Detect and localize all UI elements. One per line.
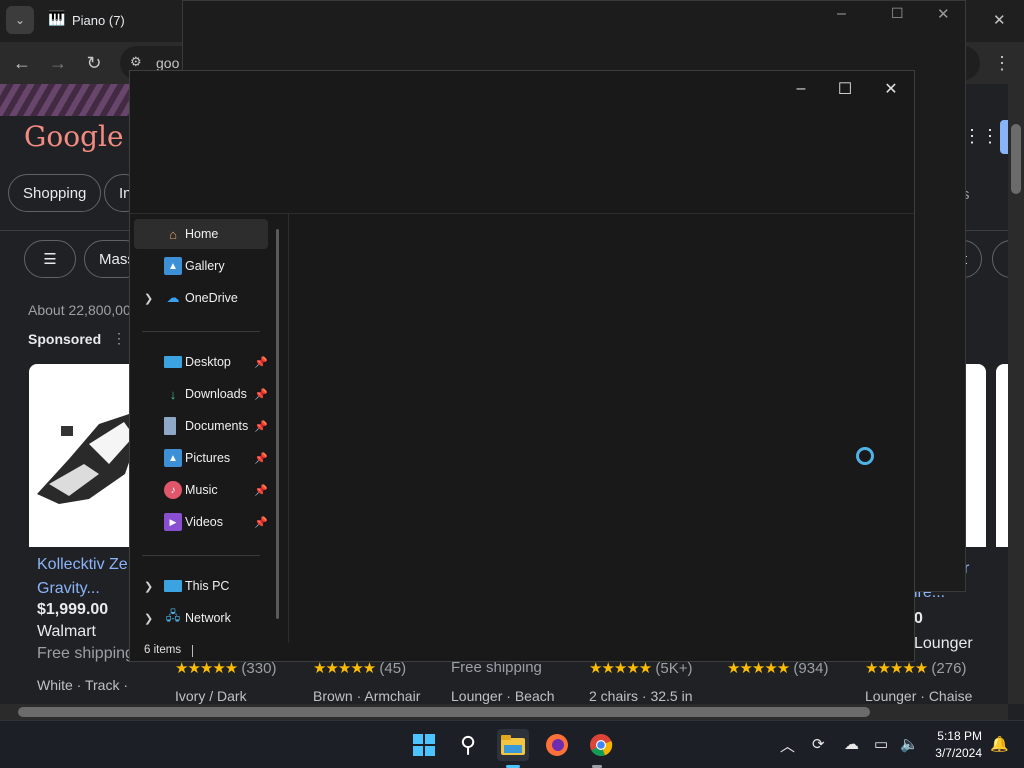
nav-home[interactable]: ⌂ Home (134, 219, 268, 249)
right-price-partial: 0 (914, 610, 923, 627)
firefox-icon[interactable] (541, 729, 573, 761)
nav-network[interactable]: ❯ 🖧 Network (134, 603, 268, 633)
expand-chevron-icon[interactable]: ❯ (144, 292, 153, 305)
chrome-close-icon[interactable]: ✕ (993, 11, 1006, 29)
explorer-maximize-icon[interactable]: ☐ (822, 75, 868, 103)
file-explorer-taskbar-icon[interactable] (497, 729, 529, 761)
music-icon: ♪ (164, 481, 182, 499)
nav-music[interactable]: ♪ Music 📌 (134, 475, 268, 505)
chrome-icon[interactable] (585, 729, 617, 761)
vertical-scrollbar[interactable] (1008, 84, 1024, 704)
onedrive-icon: ☁ (166, 290, 180, 305)
site-info-icon[interactable]: ⚙ (130, 54, 142, 70)
filter-settings-icon[interactable]: ☰ (24, 240, 76, 278)
product-sub: White · Track · (37, 677, 129, 693)
sync-icon[interactable]: ⟳ (812, 735, 825, 753)
reload-icon[interactable]: ↻ (80, 49, 108, 77)
file-explorer-window: – ☐ ✕ ⌂ Home ▲ Gallery ❯ ☁ OneDrive Desktop… (129, 70, 915, 662)
pin-icon[interactable]: 📌 (254, 516, 268, 529)
vertical-scroll-thumb[interactable] (1011, 124, 1021, 194)
explorer-minimize-icon[interactable]: – (778, 75, 824, 103)
nav-separator (142, 331, 260, 332)
nav-pictures[interactable]: ▲ Pictures 📌 (134, 443, 268, 473)
content-area[interactable] (289, 214, 914, 643)
desktop-icon (164, 356, 182, 368)
explorer-close-icon[interactable]: ✕ (868, 75, 914, 103)
sub-6: Lounger · Chaise (865, 688, 973, 704)
nav-documents[interactable]: Documents 📌 (134, 411, 268, 441)
start-windows-icon[interactable] (408, 729, 440, 761)
search-icon[interactable]: ⚲ (452, 729, 484, 761)
sub-2: Brown · Armchair (313, 688, 421, 704)
tab-title[interactable]: Piano (7) (72, 13, 125, 28)
gallery-icon: ▲ (164, 257, 182, 275)
status-item-count: 6 items (144, 644, 182, 656)
pictures-icon: ▲ (164, 449, 182, 467)
sub-1: Ivory / Dark (175, 688, 247, 704)
results-count: About 22,800,00 (28, 302, 131, 318)
nav-gallery[interactable]: ▲ Gallery (134, 251, 268, 281)
chrome-menu-icon[interactable]: ⋮ (988, 49, 1016, 77)
onedrive-tray-icon[interactable]: ☁ (844, 735, 859, 753)
close-icon[interactable]: ✕ (937, 5, 950, 23)
network-icon: 🖧 (165, 608, 181, 623)
horizontal-scroll-thumb[interactable] (18, 707, 870, 717)
sponsored-more-icon[interactable]: ⋮ (112, 330, 126, 347)
nav-separator (142, 555, 260, 556)
sign-in-button[interactable] (1000, 120, 1008, 154)
home-icon: ⌂ (169, 226, 177, 242)
right-store-partial: Lounger (914, 635, 973, 652)
documents-icon (164, 417, 176, 435)
google-logo[interactable]: Google (24, 120, 124, 153)
nav-onedrive[interactable]: ❯ ☁ OneDrive (134, 283, 268, 313)
taskbar: ⚲ ︿ ⟳ ☁ ▭ 🔈 5:18 PM 3/7/2024 🔔 (0, 720, 1024, 768)
status-divider (192, 645, 193, 657)
pin-icon[interactable]: 📌 (254, 452, 268, 465)
nav-videos[interactable]: ▶ Videos 📌 (134, 507, 268, 537)
pin-icon[interactable]: 📌 (254, 420, 268, 433)
doodle-banner (0, 84, 140, 116)
this-pc-icon (164, 580, 182, 592)
piano-tab-icon: 🎹 (48, 10, 66, 26)
sponsored-label: Sponsored (28, 331, 102, 347)
tab-search-chevron-icon[interactable]: ⌄ (6, 6, 34, 34)
pin-icon[interactable]: 📌 (254, 484, 268, 497)
chip-shopping[interactable]: Shopping (8, 174, 102, 212)
pin-icon[interactable]: 📌 (254, 388, 268, 401)
videos-icon: ▶ (164, 513, 182, 531)
sub-3: Lounger · Beach (451, 688, 555, 704)
back-icon[interactable]: ← (8, 49, 36, 77)
clock-date[interactable]: 3/7/2024 (928, 746, 982, 760)
volume-muted-icon[interactable]: 🔈 (900, 735, 919, 753)
nav-scrollbar[interactable] (276, 229, 279, 619)
downloads-icon: ↓ (169, 386, 177, 402)
forward-icon[interactable]: → (44, 49, 72, 77)
horizontal-scrollbar[interactable] (0, 704, 1008, 720)
pin-icon[interactable]: 📌 (254, 356, 268, 369)
apps-grid-icon[interactable]: ⋮⋮ (963, 126, 999, 147)
maximize-icon[interactable]: ☐ (891, 5, 904, 22)
nav-downloads[interactable]: ↓ Downloads 📌 (134, 379, 268, 409)
sub-4: 2 chairs · 32.5 in (589, 688, 693, 704)
product-image-far-right[interactable] (996, 364, 1008, 547)
expand-chevron-icon[interactable]: ❯ (144, 580, 153, 593)
notification-bell-icon[interactable]: 🔔 (990, 735, 1009, 753)
loading-spinner-icon (856, 447, 874, 465)
expand-chevron-icon[interactable]: ❯ (144, 612, 153, 625)
navigation-pane: ⌂ Home ▲ Gallery ❯ ☁ OneDrive Desktop 📌 ↓ Dow… (130, 213, 290, 643)
minimize-icon[interactable]: – (837, 5, 846, 23)
clock-time[interactable]: 5:18 PM (928, 729, 982, 743)
nav-this-pc[interactable]: ❯ This PC (134, 571, 268, 601)
show-hidden-icons-chevron-icon[interactable]: ︿ (780, 735, 795, 756)
nav-desktop[interactable]: Desktop 📌 (134, 347, 268, 377)
network-tray-icon[interactable]: ▭ (874, 735, 888, 753)
address-text[interactable]: goo (156, 55, 179, 71)
